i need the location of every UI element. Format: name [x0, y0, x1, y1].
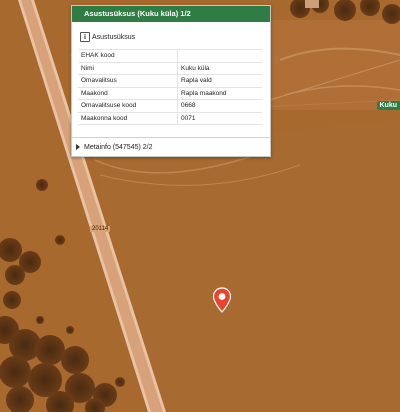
attribute-table: EHAK kood Nimi Kuku küla Omavalitsus Rap… — [78, 49, 262, 125]
table-row: Maakonna kood 0071 — [78, 112, 262, 125]
feature-info-popup: Asustusüksus (Kuku küla) 1/2 i Asustusük… — [71, 5, 271, 157]
table-row: Nimi Kuku küla — [78, 62, 262, 75]
table-row: Omavalitsus Rapla vald — [78, 74, 262, 88]
attribute-value: 0668 — [177, 99, 262, 113]
popup-title: Asustusüksus (Kuku küla) 1/2 — [72, 6, 270, 22]
attribute-key: EHAK kood — [78, 49, 178, 63]
place-label-kuku[interactable]: Kuku — [376, 101, 400, 110]
attribute-value: 0071 — [177, 112, 262, 125]
map-pin-icon[interactable] — [212, 287, 232, 313]
metainfo-expander[interactable]: Metainfo (547545) 2/2 — [72, 137, 270, 156]
subheader-label: Asustusüksus — [92, 33, 136, 41]
table-row: EHAK kood — [78, 49, 262, 63]
attribute-key: Nimi — [78, 62, 178, 75]
attribute-value: Rapla maakond — [177, 87, 262, 100]
attribute-key: Maakonna kood — [78, 112, 178, 125]
attribute-value: Rapla vald — [177, 74, 262, 88]
attribute-key: Maakond — [78, 87, 178, 100]
popup-subheader[interactable]: i Asustusüksus — [72, 22, 270, 43]
table-row: Maakond Rapla maakond — [78, 87, 262, 100]
attribute-key: Omavalitsuse kood — [78, 99, 178, 113]
attribute-value — [177, 49, 262, 63]
info-icon[interactable]: i — [80, 32, 90, 42]
metainfo-label: Metainfo (547545) 2/2 — [84, 143, 153, 151]
attribute-value: Kuku küla — [177, 62, 262, 75]
table-row: Omavalitsuse kood 0668 — [78, 99, 262, 113]
attribute-key: Omavalitsus — [78, 74, 178, 88]
expand-triangle-icon[interactable] — [76, 144, 80, 150]
road-number-label: 20114 — [90, 226, 111, 232]
